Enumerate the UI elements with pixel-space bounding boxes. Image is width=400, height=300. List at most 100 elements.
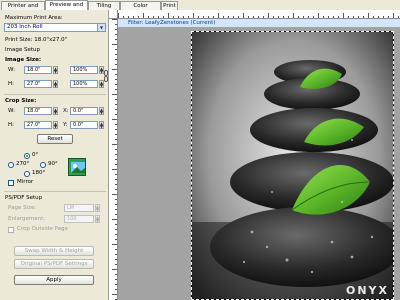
- ruler-tick: [112, 69, 117, 70]
- ruler-tick: [115, 234, 117, 235]
- ruler-tick: [258, 16, 259, 18]
- apply-button[interactable]: Apply: [14, 275, 94, 285]
- image-height-percent-field[interactable]: 100%: [70, 80, 98, 88]
- ruler-tick: [115, 204, 117, 205]
- ruler-tick: [368, 13, 369, 18]
- ruler-tick: [163, 16, 164, 18]
- ruler-tick: [333, 16, 334, 18]
- ruler-tick: [115, 179, 117, 180]
- page-size-spinner[interactable]: ▲ ▼: [95, 204, 100, 212]
- ruler-tick: [278, 16, 279, 18]
- ruler-tick: [208, 16, 209, 18]
- ruler-tick: [313, 16, 314, 18]
- ruler-tick: [115, 199, 117, 200]
- crop-y-field[interactable]: 0.0": [70, 121, 98, 129]
- horizontal-ruler: [118, 10, 400, 19]
- enlargement-field[interactable]: 100: [64, 215, 94, 223]
- ruler-tick: [115, 274, 117, 275]
- ruler-tick: [115, 104, 117, 105]
- ruler-tick: [112, 294, 117, 295]
- ruler-tick: [115, 34, 117, 35]
- crop-x-field[interactable]: 0.0": [70, 107, 98, 115]
- ruler-tick: [158, 16, 159, 18]
- crop-width-field[interactable]: 18.0": [24, 107, 52, 115]
- filter-status-bar: Filter: LeafyZenstones (Current): [118, 19, 400, 27]
- ruler-tick: [263, 16, 264, 18]
- preview-canvas[interactable]: Filter: LeafyZenstones (Current) ONYX: [118, 19, 400, 300]
- image-width-spinner[interactable]: ▲ ▼: [53, 66, 58, 74]
- image-height-spinner[interactable]: ▲ ▼: [53, 80, 58, 88]
- ruler-tick: [115, 239, 117, 240]
- mirror-checkbox[interactable]: [8, 180, 14, 186]
- ruler-tick: [112, 194, 117, 195]
- crop-x-spinner[interactable]: ▲ ▼: [99, 107, 104, 115]
- crop-height-spinner[interactable]: ▲ ▼: [53, 121, 58, 129]
- tab-tiling-setup[interactable]: Tiling Setup: [88, 1, 120, 17]
- ruler-tick: [288, 16, 289, 18]
- tab-color-correction[interactable]: Color Correction: [120, 1, 161, 17]
- ruler-tick: [115, 289, 117, 290]
- ruler-tick: [273, 16, 274, 18]
- ruler-tick: [115, 124, 117, 125]
- image-height-label: H:: [8, 81, 14, 87]
- tab-printer-and-media[interactable]: Printer and Media: [1, 1, 45, 17]
- ruler-tick: [115, 224, 117, 225]
- page-size-label: Page Size:: [8, 205, 37, 211]
- ruler-tick: [293, 13, 294, 18]
- reset-button[interactable]: Reset: [37, 134, 73, 144]
- ruler-tick: [338, 16, 339, 18]
- rotate-270-label: 270°: [16, 161, 30, 167]
- ruler-tick: [115, 259, 117, 260]
- image-width-label: W:: [8, 67, 15, 73]
- ruler-tick: [253, 16, 254, 18]
- ruler-tick: [115, 279, 117, 280]
- image-width-percent-field[interactable]: 100%: [70, 66, 98, 74]
- tab-print[interactable]: Print: [161, 1, 178, 10]
- rotate-90-radio[interactable]: [40, 162, 46, 168]
- print-area-value: 203 Inch Roll: [7, 24, 43, 30]
- rotate-180-radio[interactable]: [24, 171, 30, 177]
- rotate-270-radio[interactable]: [8, 162, 14, 168]
- enlargement-label: Enlargement:: [8, 216, 46, 222]
- original-ps-pdf-settings-button[interactable]: Original PS/PDF Settings: [14, 259, 94, 269]
- ruler-tick: [238, 16, 239, 18]
- ruler-tick: [115, 29, 117, 30]
- preview-image[interactable]: ONYX: [191, 31, 394, 300]
- ruler-tick: [115, 284, 117, 285]
- crop-height-field[interactable]: 27.0": [24, 121, 52, 129]
- ruler-tick: [318, 13, 319, 18]
- ruler-tick: [143, 13, 144, 18]
- ruler-tick: [268, 13, 269, 18]
- print-area-label: Maximum Print Area:: [5, 15, 63, 21]
- crop-outside-page-checkbox[interactable]: [8, 227, 14, 233]
- mirror-label: Mirror: [17, 179, 34, 185]
- ruler-tick: [112, 19, 117, 20]
- crop-y-spinner[interactable]: ▲ ▼: [99, 121, 104, 129]
- ruler-tick: [358, 16, 359, 18]
- ruler-tick: [168, 13, 169, 18]
- ruler-tick: [115, 159, 117, 160]
- ruler-corner: [109, 10, 118, 19]
- ruler-tick: [393, 13, 394, 18]
- image-width-field[interactable]: 18.0": [24, 66, 52, 74]
- page-size-field[interactable]: LM: [64, 204, 94, 212]
- ruler-tick: [115, 39, 117, 40]
- print-area-select[interactable]: 203 Inch Roll ▼: [4, 23, 106, 32]
- image-setup-heading: Image Setup: [5, 47, 40, 53]
- crop-width-spinner[interactable]: ▲ ▼: [53, 107, 58, 115]
- image-height-field[interactable]: 27.0": [24, 80, 52, 88]
- ruler-tick: [115, 99, 117, 100]
- tab-preview-and-size[interactable]: Preview and Size: [45, 0, 88, 16]
- swap-width-height-button[interactable]: Swap Width & Height: [14, 246, 94, 256]
- ruler-tick: [248, 16, 249, 18]
- crop-size-heading: Crop Size:: [5, 98, 37, 104]
- ruler-tick: [323, 16, 324, 18]
- enlargement-spinner[interactable]: ▲ ▼: [95, 215, 100, 223]
- rotate-0-radio[interactable]: [24, 153, 30, 159]
- ruler-tick: [188, 16, 189, 18]
- ruler-tick: [378, 16, 379, 18]
- ruler-tick: [115, 149, 117, 150]
- ruler-tick: [223, 16, 224, 18]
- chain-link-icon[interactable]: [104, 70, 108, 82]
- ruler-tick: [303, 16, 304, 18]
